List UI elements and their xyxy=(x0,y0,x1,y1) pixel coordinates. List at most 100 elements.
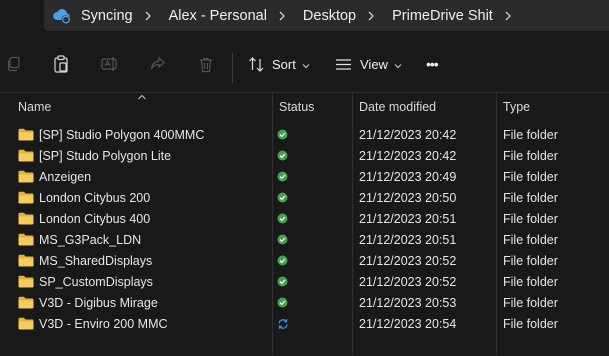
file-name-cell[interactable]: V3D - Digibus Mirage xyxy=(18,292,158,313)
syncing-status-icon xyxy=(277,313,289,334)
breadcrumb-primedrive-shit[interactable]: PrimeDrive Shit xyxy=(381,0,504,31)
table-row[interactable]: SP_CustomDisplays 21/12/2023 20:52 File fo… xyxy=(0,271,609,292)
file-name: MS_SharedDisplays xyxy=(39,253,153,268)
file-name-cell[interactable]: V3D - Enviro 200 MMC xyxy=(18,313,168,334)
type-cell: File folder xyxy=(503,211,558,226)
table-row[interactable]: [SP] Studio Polygon 400MMC 21/12/2023 20:… xyxy=(0,124,609,145)
file-list: [SP] Studio Polygon 400MMC 21/12/2023 20:… xyxy=(0,124,609,334)
synced-status-icon xyxy=(277,166,288,187)
synced-status-icon xyxy=(277,208,288,229)
file-name: V3D - Digibus Mirage xyxy=(39,295,158,310)
column-header-name[interactable]: Name xyxy=(18,93,51,121)
date-modified-cell: 21/12/2023 20:54 xyxy=(359,316,457,331)
type-cell: File folder xyxy=(503,316,558,331)
table-row[interactable]: MS_SharedDisplays 21/12/2023 20:52 File fo… xyxy=(0,250,609,271)
more-icon: ••• xyxy=(426,56,439,72)
chevron-right-icon[interactable] xyxy=(367,11,381,21)
column-header-status[interactable]: Status xyxy=(279,93,314,121)
file-name: SP_CustomDisplays xyxy=(39,274,153,289)
folder-icon xyxy=(18,191,39,204)
file-name-cell[interactable]: MS_G3Pack_LDN xyxy=(18,229,141,250)
command-bar: Sort View ••• xyxy=(0,36,609,92)
table-row[interactable]: London Citybus 400 21/12/2023 20:51 File f… xyxy=(0,208,609,229)
file-name: V3D - Enviro 200 MMC xyxy=(39,316,168,331)
file-name: [SP] Studio Polygon 400MMC xyxy=(39,127,205,142)
file-name: London Citybus 200 xyxy=(39,190,151,205)
type-cell: File folder xyxy=(503,295,558,310)
folder-icon xyxy=(18,170,39,183)
file-name: MS_G3Pack_LDN xyxy=(39,232,142,247)
file-name-cell[interactable]: London Citybus 200 xyxy=(18,187,150,208)
table-row[interactable]: V3D - Digibus Mirage 21/12/2023 20:53 File… xyxy=(0,292,609,313)
file-name-cell[interactable]: [SP] Studo Polygon Lite xyxy=(18,145,171,166)
chevron-right-icon[interactable] xyxy=(144,11,158,21)
breadcrumb-syncing[interactable]: Syncing xyxy=(70,0,144,31)
chevron-right-icon[interactable] xyxy=(504,11,518,21)
paste-icon[interactable] xyxy=(45,36,77,92)
folder-icon xyxy=(18,296,39,309)
file-name: Anzeigen xyxy=(39,169,92,184)
synced-status-icon xyxy=(277,124,288,145)
folder-icon xyxy=(18,317,39,330)
type-cell: File folder xyxy=(503,274,558,289)
breadcrumb-alex-personal[interactable]: Alex - Personal xyxy=(158,0,278,31)
sort-ascending-icon xyxy=(137,89,147,103)
sort-label: Sort xyxy=(272,56,296,72)
address-bar[interactable]: Syncing Alex - Personal Desktop PrimeDri… xyxy=(44,0,609,31)
synced-status-icon xyxy=(277,250,288,271)
date-modified-cell: 21/12/2023 20:51 xyxy=(359,211,457,226)
rename-icon[interactable] xyxy=(94,36,126,92)
view-label: View xyxy=(360,56,388,72)
type-cell: File folder xyxy=(503,169,558,184)
column-header-date-modified[interactable]: Date modified xyxy=(359,93,436,121)
more-options-button[interactable]: ••• xyxy=(426,36,439,92)
delete-icon[interactable] xyxy=(190,36,222,92)
table-row[interactable]: V3D - Enviro 200 MMC 21/12/2023 20:54 File… xyxy=(0,313,609,334)
folder-icon xyxy=(18,275,39,288)
date-modified-cell: 21/12/2023 20:50 xyxy=(359,190,457,205)
view-button[interactable]: View xyxy=(335,36,402,92)
date-modified-cell: 21/12/2023 20:52 xyxy=(359,274,457,289)
type-cell: File folder xyxy=(503,127,558,142)
synced-status-icon xyxy=(277,145,288,166)
sort-button[interactable]: Sort xyxy=(248,36,310,92)
file-name-cell[interactable]: MS_SharedDisplays xyxy=(18,250,152,271)
folder-icon xyxy=(18,212,39,225)
date-modified-cell: 21/12/2023 20:49 xyxy=(359,169,457,184)
folder-icon xyxy=(18,149,39,162)
view-icon xyxy=(335,58,352,71)
chevron-right-icon[interactable] xyxy=(278,11,292,21)
column-header-type[interactable]: Type xyxy=(503,93,530,121)
date-modified-cell: 21/12/2023 20:42 xyxy=(359,148,457,163)
copy-icon[interactable] xyxy=(0,36,30,92)
table-row[interactable]: London Citybus 200 21/12/2023 20:50 File f… xyxy=(0,187,609,208)
type-cell: File folder xyxy=(503,190,558,205)
synced-status-icon xyxy=(277,271,288,292)
type-cell: File folder xyxy=(503,253,558,268)
date-modified-cell: 21/12/2023 20:53 xyxy=(359,295,457,310)
file-name: [SP] Studo Polygon Lite xyxy=(39,148,172,163)
table-row[interactable]: MS_G3Pack_LDN 21/12/2023 20:51 File folder xyxy=(0,229,609,250)
type-cell: File folder xyxy=(503,232,558,247)
folder-icon xyxy=(18,254,39,267)
file-name-cell[interactable]: SP_CustomDisplays xyxy=(18,271,153,292)
share-icon[interactable] xyxy=(141,36,173,92)
file-name-cell[interactable]: Anzeigen xyxy=(18,166,91,187)
chevron-down-icon xyxy=(394,57,402,72)
synced-status-icon xyxy=(277,229,288,250)
folder-icon xyxy=(18,233,39,246)
type-cell: File folder xyxy=(503,148,558,163)
toolbar-divider xyxy=(232,53,233,83)
synced-status-icon xyxy=(277,292,288,313)
title-strip xyxy=(0,0,44,31)
date-modified-cell: 21/12/2023 20:52 xyxy=(359,253,457,268)
file-name-cell[interactable]: London Citybus 400 xyxy=(18,208,150,229)
chevron-down-icon xyxy=(302,57,310,72)
date-modified-cell: 21/12/2023 20:42 xyxy=(359,127,457,142)
table-row[interactable]: [SP] Studo Polygon Lite 21/12/2023 20:42 F… xyxy=(0,145,609,166)
file-name-cell[interactable]: [SP] Studio Polygon 400MMC xyxy=(18,124,204,145)
folder-icon xyxy=(18,128,39,141)
breadcrumb-desktop[interactable]: Desktop xyxy=(292,0,367,31)
synced-status-icon xyxy=(277,187,288,208)
table-row[interactable]: Anzeigen 21/12/2023 20:49 File folder xyxy=(0,166,609,187)
